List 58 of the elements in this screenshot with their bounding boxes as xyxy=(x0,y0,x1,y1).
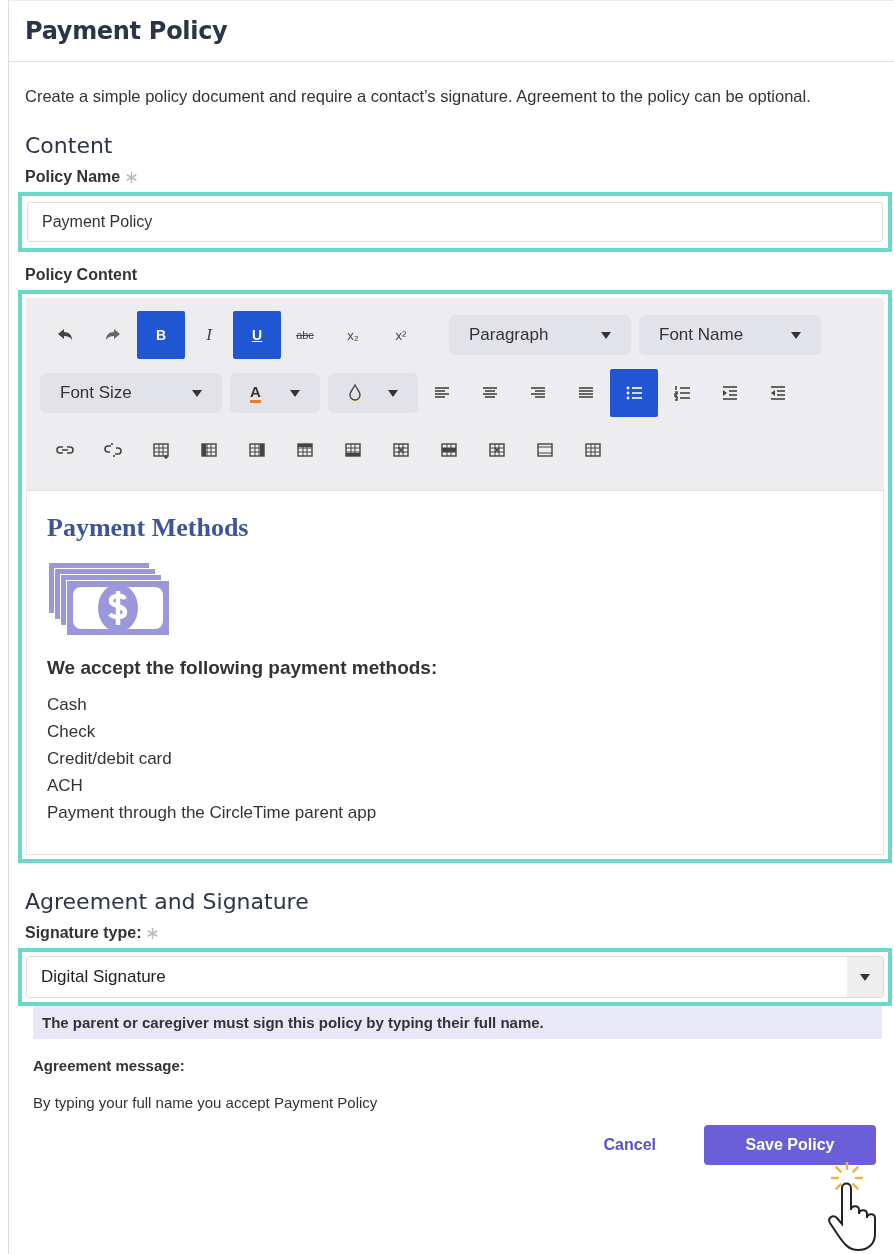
page-title: Payment Policy xyxy=(25,17,228,45)
format-select[interactable]: Paragraph xyxy=(449,315,631,355)
table-row-icon xyxy=(440,441,458,459)
format-button[interactable]: x² xyxy=(377,311,425,359)
content-subheading: We accept the following payment methods: xyxy=(47,657,439,679)
table-delete-icon xyxy=(392,441,410,459)
table-delete-icon xyxy=(488,441,506,459)
content-line: ACH xyxy=(47,775,84,797)
section-heading: Content xyxy=(25,133,114,158)
section-heading: Agreement and Signature xyxy=(25,889,310,914)
numbered-list-icon xyxy=(673,384,691,402)
format-button[interactable]: x₂ xyxy=(329,311,377,359)
table-column-icon xyxy=(200,441,218,459)
format-select[interactable]: Font Size xyxy=(40,373,222,413)
content-line: Check xyxy=(47,721,97,743)
caret-icon xyxy=(290,389,300,397)
table-icon xyxy=(584,441,602,459)
signature-type-select[interactable]: Digital Signature xyxy=(26,956,884,998)
caret-icon xyxy=(192,389,202,397)
format-select[interactable]: Font Name xyxy=(639,315,821,355)
outdent-icon xyxy=(769,384,787,402)
field-label: Agreement message: xyxy=(33,1057,186,1074)
content-line: Cash xyxy=(47,694,88,716)
caret-icon xyxy=(791,331,801,339)
ink-drop-icon xyxy=(348,383,362,403)
hint-text: The parent or caregiver must sign this policy by typing their full name. xyxy=(33,1006,882,1039)
indent-icon xyxy=(721,384,739,402)
field-label: Policy Content xyxy=(25,266,138,284)
select-value: Digital Signature xyxy=(40,966,167,988)
money-icon xyxy=(47,561,171,637)
agreement-message: By typing your full name you accept Payment Policy xyxy=(33,1094,379,1111)
field-label: Signature type: xyxy=(25,924,142,941)
format-button[interactable]: I xyxy=(185,311,233,359)
table-row-icon xyxy=(296,441,314,459)
save-button[interactable]: Save Policy xyxy=(704,1125,876,1165)
highlight-color-select[interactable] xyxy=(328,373,418,413)
editor-area[interactable]: Payment Methods We accept the following payment methods: Cash Check Credit/debit card ACH Payment through the CircleTime parent app xyxy=(26,491,884,855)
content-line: Payment through the CircleTime parent app xyxy=(47,802,378,824)
field-label: Policy Name xyxy=(25,168,121,185)
description-text: Create a simple policy document and require a contact’s signature. Agreement to the policy can be optional. xyxy=(25,86,812,107)
content-heading: Payment Methods xyxy=(47,513,250,543)
format-button[interactable]: U xyxy=(233,311,281,359)
unlink-icon xyxy=(104,441,122,459)
format-button[interactable]: abc xyxy=(281,311,329,359)
content-line: Credit/debit card xyxy=(47,748,173,770)
font-color-select[interactable]: A xyxy=(230,373,320,413)
policy-name-field[interactable]: Payment Policy xyxy=(27,202,883,242)
caret-icon xyxy=(860,973,870,981)
caret-icon xyxy=(388,389,398,397)
cancel-button[interactable]: Cancel xyxy=(579,1125,680,1165)
table-row-icon xyxy=(344,441,362,459)
table-icon xyxy=(152,441,170,459)
bulleted-list-button[interactable] xyxy=(610,369,658,417)
format-button[interactable]: B xyxy=(137,311,185,359)
table-column-icon xyxy=(248,441,266,459)
bulleted-list-icon xyxy=(625,384,643,402)
caret-icon xyxy=(601,331,611,339)
table-icon xyxy=(536,441,554,459)
